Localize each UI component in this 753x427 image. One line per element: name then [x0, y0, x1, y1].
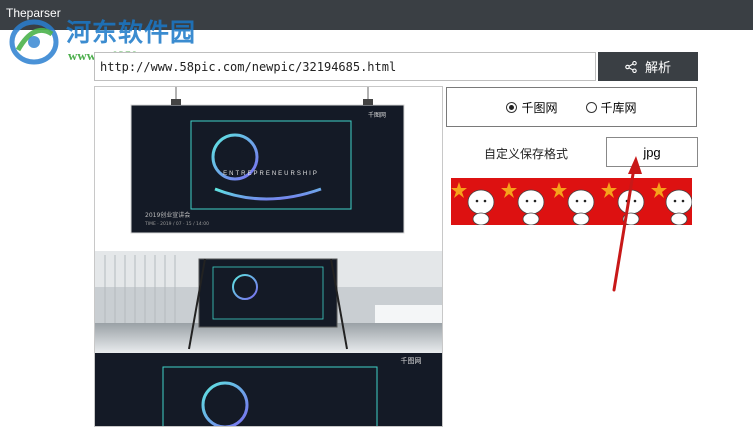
url-input[interactable] — [94, 52, 596, 81]
radio-selected-icon — [506, 101, 518, 113]
poster-subtitle: 2019创业宣讲会 — [145, 211, 190, 219]
watermark-site-name: 河东软件园 — [66, 18, 197, 47]
radio-qiantuwang[interactable]: 千图网 — [506, 99, 558, 116]
poster-time: TIME · 2019 / 07 · 15 / 14:00 — [144, 221, 209, 227]
radio-qiankuwang[interactable]: 千库网 — [585, 99, 637, 116]
source-selector: 千图网 千库网 — [446, 87, 697, 127]
poster-brand: 千图网 — [368, 111, 386, 119]
format-label: 自定义保存格式 — [484, 147, 569, 161]
radio-label: 千图网 — [521, 100, 558, 115]
poster-headline: ENTREPRENEURSHIP — [223, 171, 319, 177]
share-icon — [625, 60, 637, 73]
annotation-arrow-icon — [612, 156, 642, 292]
radio-unselected-icon — [585, 101, 597, 113]
image-preview: ENTREPRENEURSHIP 千图网 2019创业宣讲会 TIME · 20… — [94, 86, 443, 427]
parse-button-label: 解析 — [644, 61, 671, 76]
preview-image: ENTREPRENEURSHIP 千图网 2019创业宣讲会 TIME · 20… — [95, 87, 442, 426]
poster-brand-2: 千图网 — [401, 356, 422, 365]
radio-label: 千库网 — [600, 100, 637, 115]
decorative-banner — [451, 178, 692, 225]
parse-button[interactable]: 解析 — [598, 52, 698, 81]
watermark-logo — [9, 19, 59, 65]
